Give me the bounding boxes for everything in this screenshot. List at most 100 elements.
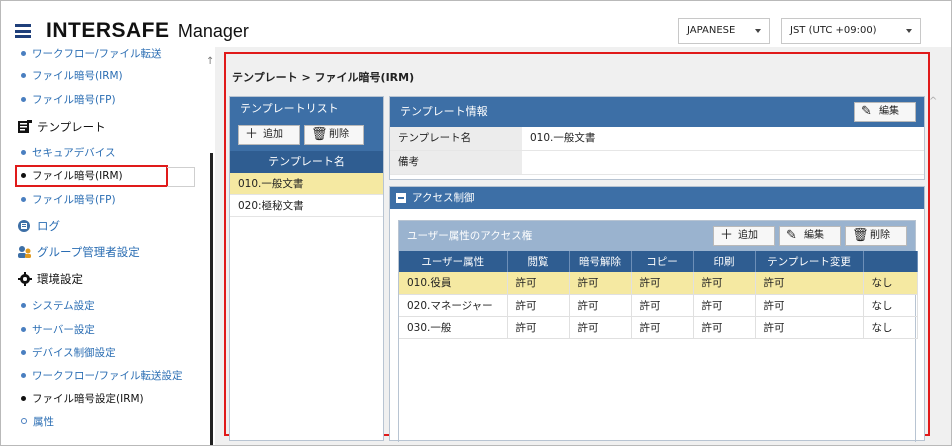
collapse-icon[interactable] [396,193,406,203]
bullet-icon [21,50,26,56]
table-row[interactable]: 010.役員 許可 許可 許可 許可 許可 なし [399,272,918,295]
table-cell: 許可 [755,272,864,295]
table-cell: なし [863,272,918,295]
table-cell: 許可 [693,272,756,295]
template-name-row: テンプレート名 010.一般文書 [390,127,924,151]
log-icon [17,219,33,233]
table-cell: 許可 [631,316,694,339]
access-control-panel: アクセス制御 ユーザー属性のアクセス権 ＋追加 ✎ 編集 🗑 削除 ユーザー属性 閲… [389,186,925,442]
edit-access-button[interactable]: ✎ 編集 [779,226,841,246]
sidebar-section-log[interactable]: ログ [17,216,60,236]
breadcrumb: テンプレート > ファイル暗号(IRM) [232,71,415,84]
delete-template-button[interactable]: 🗑 削除 [304,125,364,145]
delete-access-button[interactable]: 🗑 削除 [845,226,907,246]
column-header[interactable]: 閲覧 [507,251,570,272]
table-cell: 許可 [755,316,864,339]
table-header-row: ユーザー属性 閲覧 暗号解除 コピー 印刷 テンプレート変更 [399,251,918,272]
language-select[interactable]: JAPANESE [678,18,770,44]
group-admin-icon [17,245,33,259]
column-header [863,251,918,272]
trash-icon: 🗑 [311,127,328,142]
sidebar-item-template-irm[interactable]: ファイル暗号(IRM) [21,167,123,185]
app-logo: INTERSAFE Manager [46,19,249,42]
table-cell: 許可 [569,272,632,295]
column-header[interactable]: ユーザー属性 [399,251,508,272]
chevron-down-icon [755,29,761,33]
template-row[interactable]: 010.一般文書 [230,173,383,195]
edit-template-button[interactable]: ✎ 編集 [854,102,916,122]
add-template-button[interactable]: ＋追加 [238,125,300,145]
bullet-icon [21,349,26,355]
bullet-icon [21,196,26,202]
table-cell: なし [863,316,918,339]
table-row[interactable]: 030.一般 許可 許可 許可 許可 許可 なし [399,316,918,339]
template-row[interactable]: 020:極秘文書 [230,195,383,217]
top-bar: INTERSAFE Manager JAPANESE JST (UTC +09:… [1,1,951,47]
template-icon [17,119,33,134]
access-table: ユーザー属性 閲覧 暗号解除 コピー 印刷 テンプレート変更 010.役員 許可… [399,251,918,339]
table-cell: 許可 [693,294,756,317]
table-cell: 許可 [569,294,632,317]
table-cell: 許可 [569,316,632,339]
sidebar-item-fp[interactable]: ファイル暗号(FP) [21,91,116,109]
user-attribute-access-header: ユーザー属性のアクセス権 ＋追加 ✎ 編集 🗑 削除 [399,221,915,251]
table-cell: なし [863,294,918,317]
sidebar-section-settings[interactable]: 環境設定 [17,269,83,289]
sidebar-item-irm[interactable]: ファイル暗号(IRM) [21,67,123,85]
plus-icon: ＋ [720,228,734,243]
table-cell: 020.マネージャー [399,294,508,317]
template-info-panel: テンプレート情報 ✎ 編集 テンプレート名 010.一般文書 備考 [389,96,925,180]
trash-icon: 🗑 [852,228,869,243]
column-header[interactable]: 印刷 [693,251,756,272]
user-attribute-access-section: ユーザー属性のアクセス権 ＋追加 ✎ 編集 🗑 削除 ユーザー属性 閲覧 暗号解除 … [398,220,918,442]
sidebar-item-workflow-settings[interactable]: ワークフロー/ファイル転送設定 [21,367,183,385]
scroll-up-icon[interactable]: ↑ [206,56,214,67]
column-header[interactable]: コピー [631,251,694,272]
timezone-select[interactable]: JST (UTC +09:00) [781,18,921,44]
main-scroll-up-icon[interactable]: ^ [929,96,937,107]
active-item-indicator [167,167,195,187]
sidebar-item-server-settings[interactable]: サーバー設定 [21,321,95,339]
table-cell: 030.一般 [399,316,508,339]
sidebar-item-system-settings[interactable]: システム設定 [21,297,95,315]
note-label: 備考 [390,151,522,174]
sidebar-item-irm-settings[interactable]: ファイル暗号設定(IRM) [21,390,144,408]
sidebar-item-template-fp[interactable]: ファイル暗号(FP) [21,191,116,209]
table-cell: 許可 [507,294,570,317]
access-control-header[interactable]: アクセス制御 [390,187,924,209]
app-window: INTERSAFE Manager JAPANESE JST (UTC +09:… [0,0,952,446]
plus-icon: ＋ [245,127,259,142]
template-info-header: テンプレート情報 ✎ 編集 [390,97,924,127]
bullet-icon [21,72,26,78]
bullet-icon [21,395,26,401]
sidebar-item-workflow[interactable]: ワークフロー/ファイル転送 [21,47,162,63]
table-cell: 010.役員 [399,272,508,295]
sidebar-scrollbar[interactable] [210,153,213,445]
add-access-button[interactable]: ＋追加 [713,226,775,246]
bullet-icon [21,372,26,378]
sidebar-item-secure-device[interactable]: セキュアデバイス [21,144,115,162]
template-list-title: テンプレートリスト [230,97,383,121]
bullet-icon [21,326,26,332]
column-header[interactable]: 暗号解除 [569,251,632,272]
sidebar-section-group-admin[interactable]: グループ管理者設定 [17,242,140,262]
table-cell: 許可 [693,316,756,339]
ring-bullet-icon [21,418,27,424]
menu-icon[interactable] [15,24,31,38]
template-list-toolbar: ＋追加 🗑 削除 [230,121,383,151]
bullet-icon [21,302,26,308]
sidebar-item-attribute[interactable]: 属性 [21,413,54,431]
bullet-icon [21,172,26,178]
table-row[interactable]: 020.マネージャー 許可 許可 許可 許可 許可 なし [399,294,918,317]
pencil-icon: ✎ [786,228,797,243]
bullet-icon [21,149,26,155]
table-cell: 許可 [507,272,570,295]
chevron-down-icon [906,29,912,33]
template-list-panel: テンプレートリスト ＋追加 🗑 削除 テンプレート名 010.一般文書 020:極… [229,96,384,441]
template-name-value: 010.一般文書 [530,132,596,144]
template-name-header: テンプレート名 [230,151,383,173]
column-header[interactable]: テンプレート変更 [755,251,864,272]
sidebar-item-device-control[interactable]: デバイス制御設定 [21,344,116,362]
table-cell: 許可 [631,294,694,317]
sidebar-section-template[interactable]: テンプレート [17,117,106,137]
